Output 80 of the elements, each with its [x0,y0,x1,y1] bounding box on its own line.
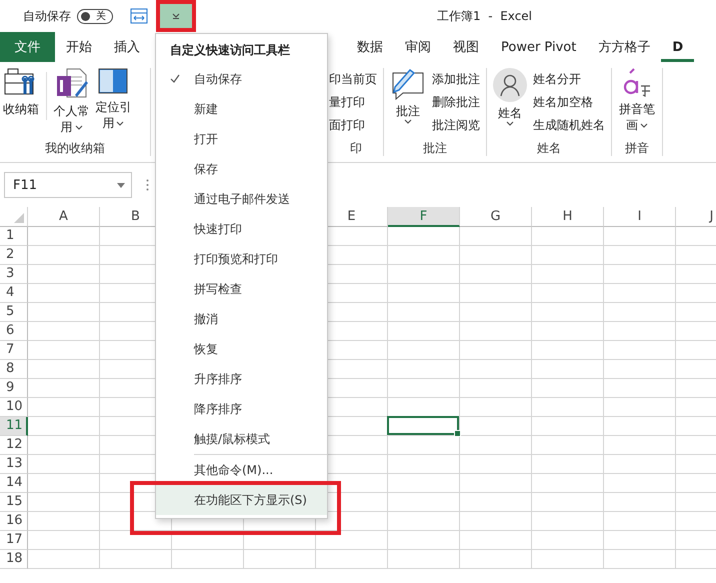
ribbon-button[interactable]: 个人常用 [52,68,91,136]
ribbon-command[interactable]: 添加批注 [432,70,480,88]
ribbon-command[interactable]: 删除批注 [432,93,480,111]
ribbon-button[interactable]: 收纳箱 [2,68,40,118]
active-cell[interactable] [387,416,459,435]
menu-item[interactable]: 升序排序 [156,364,327,394]
ribbon-tab[interactable]: 数据 [346,32,394,62]
ribbon-tab[interactable]: Power Pivot [490,32,588,62]
row-header[interactable]: 11 [0,417,28,436]
menu-item[interactable]: 拼写检查 [156,274,327,304]
name-box[interactable]: F11 [4,172,132,198]
menu-item[interactable]: 撤消 [156,304,327,334]
ribbon-button[interactable]: 批注 [390,68,426,124]
ribbon-tab[interactable]: D [661,32,694,62]
ribbon-command[interactable]: 姓名加空格 [533,93,605,111]
menu-item[interactable]: 降序排序 [156,394,327,424]
ribbon-tab[interactable]: 插入 [103,32,151,62]
row-header[interactable]: 9 [0,379,28,398]
ribbon-command[interactable]: 量打印 [329,93,377,111]
column-header[interactable]: G [460,207,532,227]
menu-item[interactable]: 触摸/鼠标模式 [156,424,327,454]
ribbon-tab[interactable]: 开始 [55,32,103,62]
fit-width-icon[interactable] [130,8,148,24]
menu-item[interactable]: 自动保存 [156,64,327,94]
row-header[interactable]: 3 [0,265,28,284]
comment-pencil-icon [390,68,426,100]
ribbon-command[interactable]: 批注阅览 [432,116,480,134]
menu-item[interactable]: 在功能区下方显示(S) [156,485,327,515]
menu-item[interactable]: 打印预览和打印 [156,244,327,274]
menu-item[interactable]: 打开 [156,124,327,154]
menu-item[interactable]: 新建 [156,94,327,124]
row-header[interactable]: 16 [0,512,28,531]
autosave-label: 自动保存 [23,8,71,24]
row-header[interactable]: 18 [0,550,28,569]
ribbon-tab[interactable]: 方方格子 [587,32,662,62]
ribbon-tab[interactable]: 视图 [442,32,490,62]
row-header[interactable]: 15 [0,493,28,512]
ribbon-command[interactable]: 面打印 [329,116,377,134]
person-icon [493,68,527,102]
document-icon [54,68,89,100]
group-label: 拼音 [624,140,650,156]
group-label: 批注 [422,140,448,156]
column-header[interactable]: I [604,207,676,227]
row-header[interactable]: 13 [0,455,28,474]
column-header[interactable]: A [28,207,100,227]
menu-title: 自定义快速访问工具栏 [169,42,291,59]
ribbon-button[interactable]: 拼音笔画 [618,68,656,134]
row-header[interactable]: 1 [0,227,28,246]
menu-item[interactable]: 恢复 [156,334,327,364]
row-header[interactable]: 14 [0,474,28,493]
ribbon-button[interactable]: 姓名 [493,68,527,126]
pinyin-icon [622,68,652,98]
group-label: 姓名 [536,140,562,156]
panel-icon [98,68,128,96]
ribbon-command[interactable]: 印当前页 [329,70,377,88]
ribbon-tab[interactable]: 文件 [0,32,55,62]
ribbon-command[interactable]: 姓名分开 [533,70,605,88]
menu-item[interactable]: 保存 [156,154,327,184]
group-label: 印 [349,140,363,156]
window-title: 工作簿1 - Excel [437,8,532,25]
row-header[interactable]: 4 [0,284,28,303]
column-header[interactable]: F [388,207,460,227]
ribbon-tab[interactable]: 审阅 [394,32,442,62]
row-header[interactable]: 5 [0,303,28,322]
row-header[interactable]: 2 [0,246,28,265]
row-header[interactable]: 8 [0,360,28,379]
column-header[interactable]: H [532,207,604,227]
autosave-toggle[interactable]: 关 [77,8,113,24]
ribbon-command[interactable]: 生成随机姓名 [533,116,605,134]
ribbon-button[interactable]: 定位引用 [94,68,132,132]
quick-access-menu-button[interactable] [156,0,196,32]
row-header[interactable]: 6 [0,322,28,341]
row-header[interactable]: 7 [0,341,28,360]
caret-icon [172,13,180,19]
row-header[interactable]: 17 [0,531,28,550]
more-icon[interactable] [146,179,149,191]
group-label: 我的收纳箱 [44,140,106,156]
row-header[interactable]: 12 [0,436,28,455]
menu-item[interactable]: 其他命令(M)... [156,455,327,485]
dropdown-arrow-icon[interactable] [117,182,125,188]
